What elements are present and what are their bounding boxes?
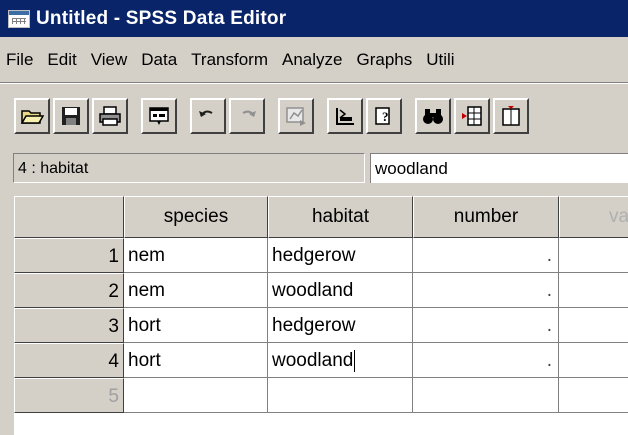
cell-number-row-5[interactable] bbox=[413, 378, 559, 413]
cell-species-row-2[interactable]: nem bbox=[124, 273, 268, 308]
menu-bar: File Edit View Data Transform Analyze Gr… bbox=[0, 37, 628, 83]
row-header-1[interactable]: 1 bbox=[14, 238, 124, 273]
insert-case-button[interactable] bbox=[454, 97, 490, 134]
cell-number-row-4[interactable]: . bbox=[413, 343, 559, 378]
cell-habitat-row-5[interactable] bbox=[268, 378, 413, 413]
cell-number-row-2[interactable]: . bbox=[413, 273, 559, 308]
cell-species-row-1[interactable]: nem bbox=[124, 238, 268, 273]
redo-button[interactable] bbox=[229, 97, 265, 134]
cell-species-row-3[interactable]: hort bbox=[124, 308, 268, 343]
save-button[interactable] bbox=[53, 97, 89, 134]
menu-utilities[interactable]: Utili bbox=[419, 50, 461, 70]
goto-chart-button[interactable] bbox=[278, 97, 314, 134]
insert-variable-button[interactable] bbox=[493, 97, 529, 134]
cell-species-row-4[interactable]: hort bbox=[124, 343, 268, 378]
cell-var-row-3[interactable] bbox=[559, 308, 628, 343]
goto-case-button[interactable] bbox=[327, 97, 363, 134]
row-header-5[interactable]: 5 bbox=[14, 378, 124, 413]
column-header-species[interactable]: species bbox=[124, 196, 268, 238]
chart-goto-icon bbox=[286, 106, 306, 126]
insert-case-icon bbox=[462, 105, 482, 126]
menu-analyze[interactable]: Analyze bbox=[275, 50, 349, 70]
redo-icon bbox=[242, 110, 256, 117]
goto-case-icon bbox=[336, 107, 354, 125]
cell-var-row-1[interactable] bbox=[559, 238, 628, 273]
row-header-4[interactable]: 4 bbox=[14, 343, 124, 378]
cell-editor-bar: 4 : habitat woodland bbox=[0, 148, 628, 190]
cell-value-field[interactable]: woodland bbox=[370, 153, 628, 183]
cell-habitat-row-2[interactable]: woodland bbox=[268, 273, 413, 308]
column-header-var[interactable]: va bbox=[559, 196, 628, 238]
grid-corner[interactable] bbox=[14, 196, 124, 238]
cell-number-row-1[interactable]: . bbox=[413, 238, 559, 273]
spss-data-editor-window: Untitled - SPSS Data Editor File Edit Vi… bbox=[0, 0, 628, 435]
dialog-recall-button[interactable] bbox=[141, 97, 177, 134]
svg-text:?: ? bbox=[382, 109, 389, 124]
printer-icon bbox=[99, 105, 121, 126]
menu-transform[interactable]: Transform bbox=[184, 50, 275, 70]
cell-number-row-3[interactable]: . bbox=[413, 308, 559, 343]
insert-variable-icon bbox=[502, 105, 520, 126]
cell-var-row-4[interactable] bbox=[559, 343, 628, 378]
menu-view[interactable]: View bbox=[84, 50, 135, 70]
variables-button[interactable]: ? bbox=[366, 97, 402, 134]
column-header-habitat[interactable]: habitat bbox=[268, 196, 413, 238]
folder-open-icon bbox=[20, 109, 44, 124]
cell-var-row-2[interactable] bbox=[559, 273, 628, 308]
menu-edit[interactable]: Edit bbox=[40, 50, 83, 70]
open-file-button[interactable] bbox=[14, 97, 50, 134]
find-button[interactable] bbox=[415, 97, 451, 134]
spreadsheet-app-icon[interactable] bbox=[8, 9, 30, 28]
print-button[interactable] bbox=[92, 97, 128, 134]
cell-reference: 4 : habitat bbox=[13, 153, 365, 183]
menu-file[interactable]: File bbox=[0, 50, 40, 70]
binoculars-icon bbox=[423, 108, 443, 124]
column-header-number[interactable]: number bbox=[413, 196, 559, 238]
menu-graphs[interactable]: Graphs bbox=[349, 50, 419, 70]
cell-habitat-row-1[interactable]: hedgerow bbox=[268, 238, 413, 273]
window-title: Untitled - SPSS Data Editor bbox=[36, 7, 287, 29]
undo-icon bbox=[199, 110, 213, 117]
data-grid: species habitat number va 1 nem hedgerow. 2 nem w… bbox=[14, 196, 628, 435]
cell-species-row-5[interactable] bbox=[124, 378, 268, 413]
floppy-disk-icon bbox=[62, 106, 80, 125]
row-header-2[interactable]: 2 bbox=[14, 273, 124, 308]
cell-var-row-5[interactable] bbox=[559, 378, 628, 413]
cell-habitat-row-4[interactable]: woodland bbox=[268, 343, 413, 378]
dialog-recall-icon bbox=[149, 106, 169, 125]
cell-habitat-row-3[interactable]: hedgerow bbox=[268, 308, 413, 343]
variable-info-icon: ? bbox=[375, 106, 390, 125]
menu-data[interactable]: Data bbox=[134, 50, 184, 70]
title-bar[interactable]: Untitled - SPSS Data Editor bbox=[0, 0, 628, 37]
text-cursor bbox=[354, 349, 356, 372]
undo-button[interactable] bbox=[190, 97, 226, 134]
row-header-3[interactable]: 3 bbox=[14, 308, 124, 343]
toolbar: ? bbox=[0, 83, 628, 147]
